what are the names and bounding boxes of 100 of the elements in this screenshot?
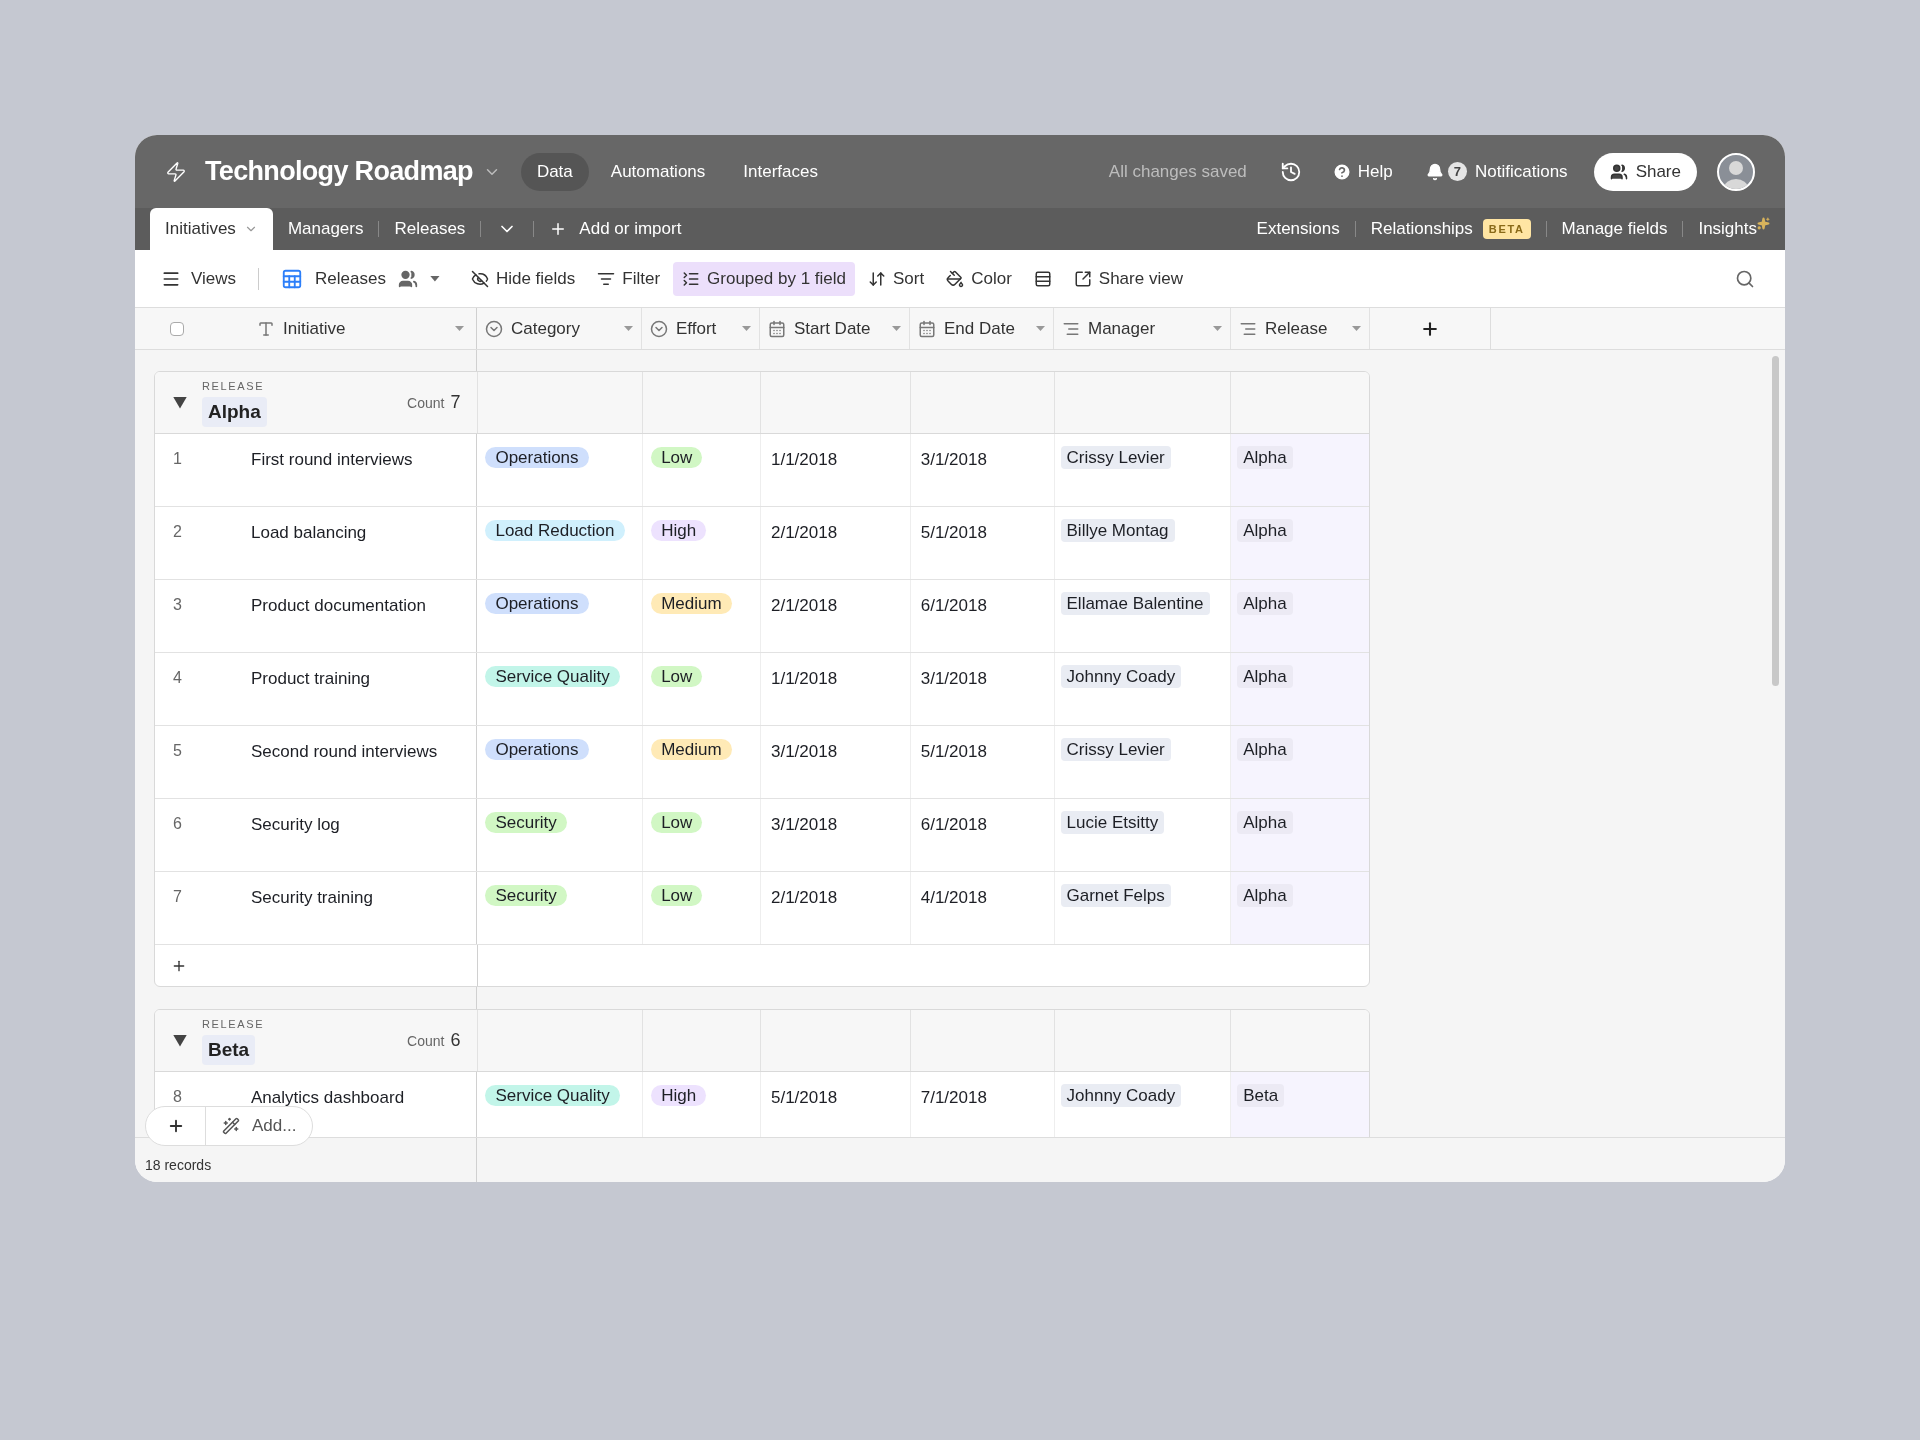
effort-tag: Low [651, 812, 703, 833]
manager-chip: Billye Montag [1060, 519, 1175, 542]
table-action-button[interactable]: Relationships BETA [1370, 216, 1531, 242]
manager-chip: Lucie Etsitty [1060, 811, 1165, 834]
table-cell: 6/1/2018 [920, 596, 987, 615]
notifications-button[interactable]: 7 Notifications [1425, 158, 1568, 185]
table-cell-text: Second round interviews [251, 741, 438, 763]
share-button[interactable]: Share [1593, 152, 1697, 191]
count-label: Count [407, 394, 445, 413]
search-icon[interactable] [1735, 268, 1755, 289]
table-tab[interactable]: Releases [379, 208, 481, 250]
grid-view-icon [281, 267, 304, 290]
add-import-button[interactable]: Add or import [549, 208, 682, 250]
release-chip: Alpha [1237, 738, 1293, 761]
category-tag: Operations [485, 593, 589, 614]
table-cell: 3/1/2018 [920, 669, 987, 688]
table-tab[interactable]: Managers [272, 208, 379, 250]
release-chip: Alpha [1237, 519, 1293, 542]
people-icon [397, 268, 418, 289]
collapse-toggle[interactable] [173, 396, 187, 409]
help-icon [1331, 161, 1352, 182]
release-chip: Alpha [1237, 884, 1293, 907]
toolbar-button[interactable]: Filter [588, 261, 670, 296]
row-height-icon [1033, 269, 1052, 288]
avatar[interactable] [1717, 152, 1755, 191]
row-number: 2 [172, 522, 183, 542]
bell-icon [1425, 162, 1444, 181]
group-field-label: RELEASE [202, 1017, 265, 1032]
table-cell: 1/1/2018 [770, 450, 838, 469]
nav-tab[interactable]: Data [520, 152, 589, 191]
calendar-icon [918, 319, 936, 338]
row-number: 3 [172, 595, 183, 615]
table-cell: 2/1/2018 [770, 596, 838, 615]
effort-tag: Low [651, 666, 703, 687]
table-action-button[interactable]: Manage fields [1561, 216, 1668, 242]
table-cell: 6/1/2018 [920, 815, 987, 834]
help-button[interactable]: Help [1331, 158, 1393, 185]
category-tag: Security [485, 812, 567, 833]
effort-tag: Low [651, 447, 703, 468]
table-cell: 5/1/2018 [920, 742, 987, 761]
table-cell-text: Product documentation [251, 595, 426, 617]
category-tag: Service Quality [485, 1085, 620, 1106]
toolbar-button[interactable]: Share view [1064, 261, 1192, 296]
row-number: 4 [172, 668, 183, 688]
category-tag: Load Reduction [485, 520, 625, 541]
nav-tab[interactable]: Interfaces [727, 152, 834, 191]
text-field-icon [257, 319, 275, 338]
table-cell: 3/1/2018 [770, 815, 838, 834]
table-cell-text: Product training [251, 668, 371, 690]
group-icon [682, 269, 701, 288]
effort-tag: Medium [651, 593, 732, 614]
select-all-checkbox[interactable] [170, 321, 184, 336]
release-chip: Alpha [1237, 665, 1293, 688]
history-icon[interactable] [1279, 160, 1302, 183]
collapse-toggle[interactable] [173, 1034, 187, 1047]
column-header[interactable]: Category [511, 315, 580, 342]
column-header[interactable]: Release [1265, 315, 1328, 342]
count-value: 7 [450, 391, 461, 414]
table-cell-text: First round interviews [251, 449, 413, 471]
row-number: 5 [172, 741, 183, 761]
toolbar-button[interactable]: Grouped by 1 field [673, 261, 855, 296]
share-icon [1073, 269, 1092, 288]
people-icon [1609, 162, 1628, 181]
category-tag: Security [485, 885, 567, 906]
toolbar-button[interactable]: Hide fields [461, 261, 585, 296]
column-header[interactable]: Initiative [283, 315, 346, 342]
select-field-icon [485, 319, 503, 338]
table-cell-text: Load balancing [251, 522, 367, 544]
table-cell: 1/1/2018 [770, 669, 838, 688]
manager-chip: Johnny Coady [1060, 665, 1182, 688]
nav-tab[interactable]: Automations [594, 152, 722, 191]
release-chip: Beta [1237, 1084, 1285, 1107]
group-value: Alpha [202, 396, 267, 427]
table-cell: 7/1/2018 [920, 1088, 987, 1107]
toolbar-button[interactable]: Sort [859, 261, 934, 296]
magic-wand-icon [222, 1117, 240, 1135]
base-title[interactable]: Technology Roadmap [205, 151, 473, 192]
manager-chip: Crissy Levier [1060, 738, 1171, 761]
column-header[interactable]: Start Date [794, 315, 871, 342]
table-tab[interactable]: Initiatives [150, 208, 273, 250]
scrollbar[interactable] [1772, 356, 1779, 686]
column-header[interactable]: Effort [676, 315, 717, 342]
group-field-label: RELEASE [202, 379, 265, 394]
table-cell-text: Security log [251, 814, 340, 836]
row-number: 6 [172, 814, 183, 834]
beta-badge: BETA [1482, 218, 1531, 240]
table-action-button[interactable]: Extensions [1256, 216, 1340, 242]
manager-chip: Johnny Coady [1060, 1084, 1182, 1107]
category-tag: Operations [485, 447, 589, 468]
table-cell: 5/1/2018 [770, 1088, 838, 1107]
notification-count: 7 [1447, 161, 1467, 182]
toolbar-button[interactable]: Color [937, 261, 1021, 296]
views-button[interactable]: Views [161, 265, 237, 292]
column-header[interactable]: End Date [944, 315, 1015, 342]
row-number: 1 [172, 449, 183, 469]
column-header[interactable]: Manager [1088, 315, 1156, 342]
table-action-button[interactable]: Insights [1698, 216, 1757, 242]
view-switcher[interactable]: Releases [281, 265, 440, 292]
effort-tag: High [651, 1085, 707, 1106]
effort-tag: High [651, 520, 707, 541]
